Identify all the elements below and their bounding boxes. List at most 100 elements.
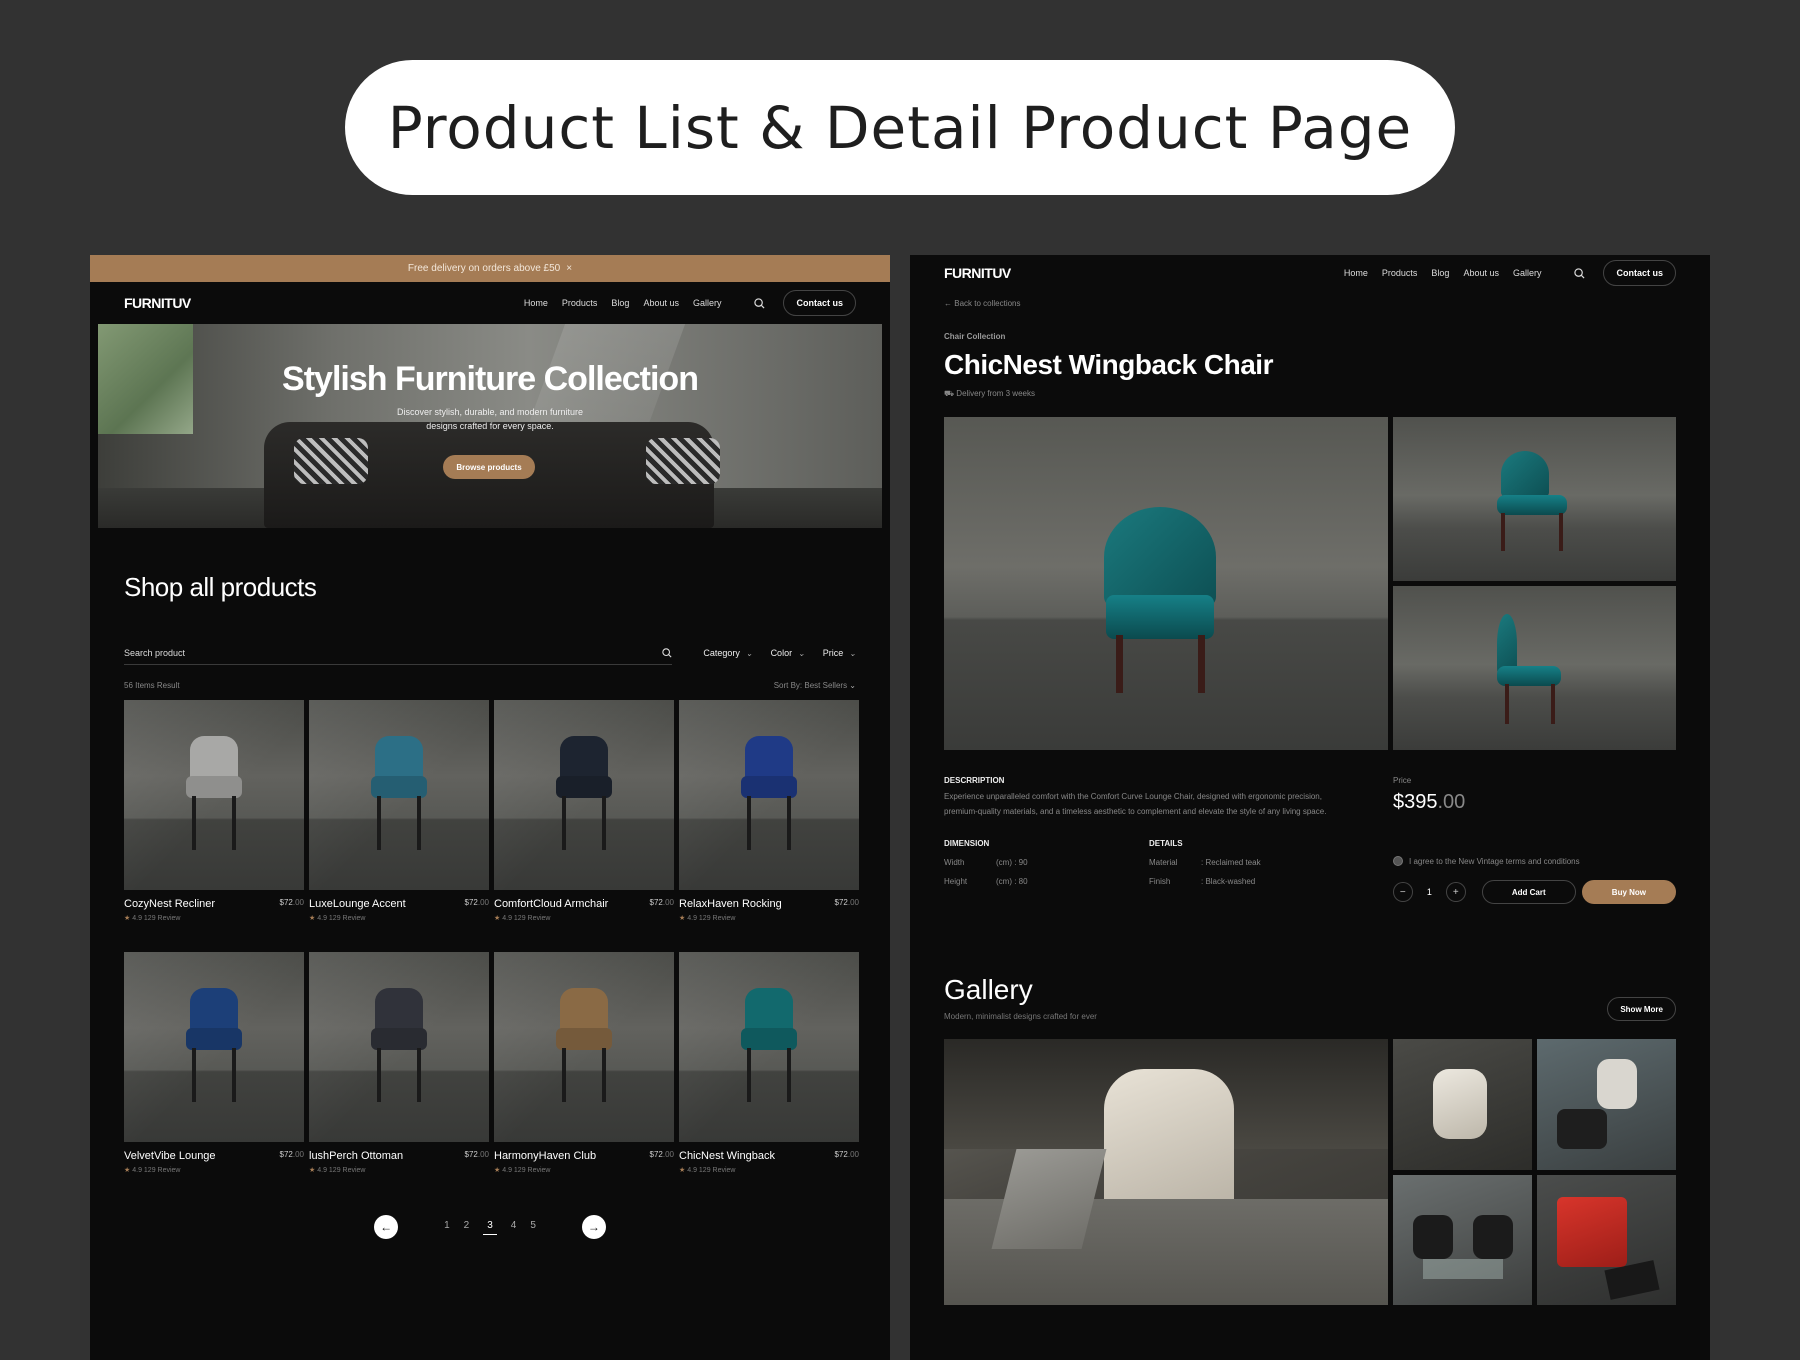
nav-products[interactable]: Products xyxy=(1382,268,1418,278)
product-name[interactable]: ComfortCloud Armchair xyxy=(494,898,608,910)
gallery-tile-1[interactable] xyxy=(1393,1039,1532,1170)
contact-button[interactable]: Contact us xyxy=(783,290,856,316)
gallery-tile-3[interactable] xyxy=(1393,1175,1532,1305)
page-1[interactable]: 1 xyxy=(444,1220,450,1235)
product-name[interactable]: HarmonyHaven Club xyxy=(494,1150,596,1162)
nav-gallery[interactable]: Gallery xyxy=(1513,268,1542,278)
product-rating: ★ 4.9 129 Review xyxy=(309,1166,489,1174)
gallery-tile-2[interactable] xyxy=(1537,1039,1676,1170)
nav-blog[interactable]: Blog xyxy=(611,298,629,308)
nav-products[interactable]: Products xyxy=(562,298,598,308)
spec-value: (cm) : 90 xyxy=(996,858,1028,867)
spec-width: Width (cm) : 90 xyxy=(944,858,1149,867)
product-name[interactable]: VelvetVibe Lounge xyxy=(124,1150,216,1162)
back-link[interactable]: ← Back to collections xyxy=(944,299,1710,308)
product-card[interactable]: CozyNest Recliner $72.00 ★ 4.9 129 Review xyxy=(124,700,304,922)
chair-back xyxy=(1501,451,1549,497)
price-cents: .00 xyxy=(1437,791,1466,813)
chair-leg xyxy=(192,1048,196,1102)
rating-text: 4.9 129 Review xyxy=(687,1167,736,1174)
rating-text: 4.9 129 Review xyxy=(317,915,366,922)
product-card[interactable]: ChicNest Wingback $72.00 ★ 4.9 129 Review xyxy=(679,952,859,1174)
chair-seat xyxy=(186,776,242,798)
search-placeholder: Search product xyxy=(124,647,186,658)
gallery-grid xyxy=(944,1039,1676,1305)
product-image[interactable] xyxy=(494,952,674,1142)
nav-about[interactable]: About us xyxy=(1463,268,1499,278)
search-input[interactable]: Search product xyxy=(124,641,672,665)
color-filter[interactable]: Color ⌄ xyxy=(771,648,805,658)
chair-seat xyxy=(1497,495,1567,515)
product-name[interactable]: ChicNest Wingback xyxy=(679,1150,775,1162)
star-icon: ★ xyxy=(494,1167,503,1174)
search-icon[interactable] xyxy=(1571,265,1587,281)
qty-plus-button[interactable]: + xyxy=(1446,882,1466,902)
page-2[interactable]: 2 xyxy=(464,1220,470,1235)
product-main-image[interactable] xyxy=(944,417,1388,750)
qty-value[interactable]: 1 xyxy=(1413,887,1446,897)
nav-about[interactable]: About us xyxy=(643,298,679,308)
product-card[interactable]: VelvetVibe Lounge $72.00 ★ 4.9 129 Review xyxy=(124,952,304,1174)
product-image[interactable] xyxy=(679,952,859,1142)
product-image[interactable] xyxy=(309,952,489,1142)
buy-now-button[interactable]: Buy Now xyxy=(1581,880,1676,904)
chair-seat xyxy=(186,1028,242,1050)
gallery-tile-4[interactable] xyxy=(1537,1175,1676,1305)
search-icon[interactable] xyxy=(751,295,767,311)
product-name[interactable]: LuxeLounge Accent xyxy=(309,898,406,910)
product-card[interactable]: ComfortCloud Armchair $72.00 ★ 4.9 129 Rev… xyxy=(494,700,674,922)
close-icon[interactable]: × xyxy=(566,263,572,274)
product-name[interactable]: lushPerch Ottoman xyxy=(309,1150,403,1162)
nav-menu: Home Products Blog About us Gallery xyxy=(524,298,722,308)
chair-leg xyxy=(192,796,196,850)
nav-home[interactable]: Home xyxy=(524,298,548,308)
radio-icon[interactable] xyxy=(1393,856,1403,866)
price-main: $72 xyxy=(834,898,848,907)
product-thumb-2[interactable] xyxy=(1393,586,1676,750)
price-filter[interactable]: Price ⌄ xyxy=(823,648,856,658)
product-card[interactable]: RelaxHaven Rocking $72.00 ★ 4.9 129 Review xyxy=(679,700,859,922)
product-image[interactable] xyxy=(124,952,304,1142)
sort-dropdown[interactable]: Sort By: Best Sellers ⌄ xyxy=(774,681,856,690)
search-icon[interactable] xyxy=(662,647,672,658)
product-info: lushPerch Ottoman $72.00 xyxy=(309,1150,489,1162)
product-rating: ★ 4.9 129 Review xyxy=(124,1166,304,1174)
contact-button[interactable]: Contact us xyxy=(1603,260,1676,286)
gallery-side-grid xyxy=(1393,1039,1676,1305)
chair-leg xyxy=(1551,684,1555,724)
price-filter-label: Price xyxy=(822,648,844,658)
logo[interactable]: FURNITUV xyxy=(124,295,191,311)
page-5[interactable]: 5 xyxy=(530,1220,536,1235)
product-card[interactable]: lushPerch Ottoman $72.00 ★ 4.9 129 Review xyxy=(309,952,489,1174)
page-3-current[interactable]: 3 xyxy=(483,1220,497,1235)
browse-products-button[interactable]: Browse products xyxy=(443,455,535,479)
description-block: DESCRRIPTION Experience unparalleled com… xyxy=(944,776,1354,904)
show-more-button[interactable]: Show More xyxy=(1607,997,1676,1021)
nav-home[interactable]: Home xyxy=(1344,268,1368,278)
add-cart-button[interactable]: Add Cart xyxy=(1481,880,1576,904)
product-name[interactable]: CozyNest Recliner xyxy=(124,898,215,910)
logo[interactable]: FURNITUV xyxy=(944,265,1011,281)
product-name[interactable]: RelaxHaven Rocking xyxy=(679,898,782,910)
page-4[interactable]: 4 xyxy=(511,1220,517,1235)
gallery-main-image[interactable] xyxy=(944,1039,1388,1305)
product-card[interactable]: LuxeLounge Accent $72.00 ★ 4.9 129 Review xyxy=(309,700,489,922)
terms-checkbox[interactable]: I agree to the New Vintage terms and con… xyxy=(1393,856,1676,866)
product-card[interactable]: HarmonyHaven Club $72.00 ★ 4.9 129 Review xyxy=(494,952,674,1174)
product-image[interactable] xyxy=(124,700,304,890)
product-image[interactable] xyxy=(494,700,674,890)
product-image[interactable] xyxy=(679,700,859,890)
buy-box: Price $395.00 I agree to the New Vintage… xyxy=(1393,776,1676,904)
category-filter[interactable]: Category ⌄ xyxy=(703,648,752,658)
nav-blog[interactable]: Blog xyxy=(1431,268,1449,278)
product-thumb-1[interactable] xyxy=(1393,417,1676,581)
chair-leg xyxy=(377,1048,381,1102)
star-icon: ★ xyxy=(679,915,688,922)
product-image[interactable] xyxy=(309,700,489,890)
nav-gallery[interactable]: Gallery xyxy=(693,298,722,308)
next-page-button[interactable]: → xyxy=(581,1215,606,1239)
qty-minus-button[interactable]: − xyxy=(1393,882,1413,902)
price-main: $72 xyxy=(649,1150,663,1159)
prev-page-button[interactable]: ← xyxy=(374,1215,399,1239)
product-price: $72.00 xyxy=(650,898,674,910)
